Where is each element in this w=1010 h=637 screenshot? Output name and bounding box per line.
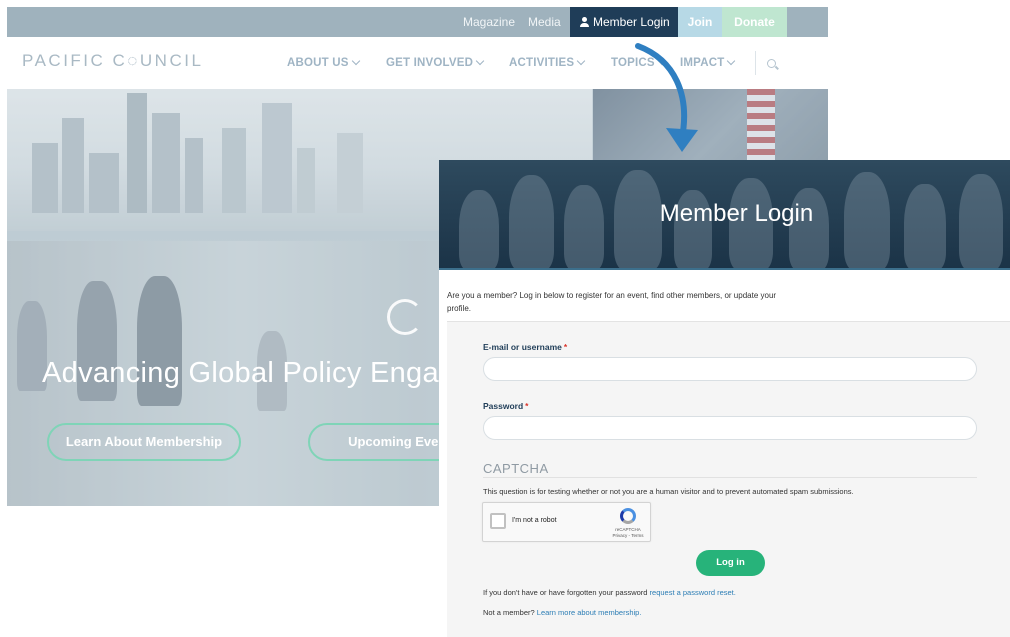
forgot-password-note: If you don't have or have forgotten your… [483, 588, 736, 597]
recaptcha-brand: reCAPTCHA Privacy - Terms [609, 527, 647, 539]
required-marker: * [563, 342, 568, 352]
chevron-down-icon [475, 56, 485, 66]
chevron-down-icon [577, 56, 586, 66]
chevron-down-icon [351, 56, 360, 66]
login-banner: Member Login [439, 160, 1010, 270]
password-reset-link[interactable]: request a password reset. [650, 588, 736, 597]
recaptcha-checkbox[interactable] [490, 513, 506, 529]
nav-activities[interactable]: ACTIVITIES [509, 56, 586, 69]
member-login-screenshot: Member Login Are you a member? Log in be… [439, 160, 1010, 637]
curved-arrow-icon [635, 43, 698, 152]
nav-get-involved[interactable]: GET INVOLVED [386, 56, 485, 69]
recaptcha-brand-text: reCAPTCHA [615, 527, 641, 532]
password-label: Password * [483, 401, 528, 411]
membership-link[interactable]: Learn more about membership. [537, 608, 642, 617]
media-link[interactable]: Media [528, 7, 561, 37]
email-field[interactable] [483, 357, 977, 381]
nav-divider [755, 51, 756, 75]
loading-spinner-icon [387, 299, 423, 335]
email-label-text: E-mail or username [483, 342, 562, 352]
password-field[interactable] [483, 416, 977, 440]
recaptcha-widget: I'm not a robot reCAPTCHA Privacy - Terms [482, 502, 651, 542]
nav-activities-label: ACTIVITIES [509, 57, 575, 69]
membership-text: Not a member? [483, 608, 537, 617]
member-login-link[interactable]: Member Login [570, 7, 678, 37]
recaptcha-label: I'm not a robot [512, 517, 557, 524]
utility-bar: Magazine Media Member Login Join Donate [7, 7, 828, 37]
password-label-text: Password [483, 401, 524, 411]
login-button[interactable]: Log in [696, 550, 765, 576]
membership-note: Not a member? Learn more about membershi… [483, 608, 641, 617]
search-icon[interactable] [767, 59, 776, 68]
recaptcha-terms[interactable]: Privacy - Terms [613, 533, 644, 538]
chevron-down-icon [727, 56, 736, 66]
login-form: E-mail or username * Password * CAPTCHA Th… [447, 321, 1010, 637]
user-icon [580, 17, 589, 27]
member-login-label: Member Login [593, 15, 670, 29]
forgot-password-text: If you don't have or have forgotten your… [483, 588, 650, 597]
magazine-link[interactable]: Magazine [463, 7, 515, 37]
captcha-description: This question is for testing whether or … [483, 487, 854, 496]
captcha-heading: CAPTCHA [483, 461, 549, 476]
join-button[interactable]: Join [678, 7, 722, 37]
nav-involved-label: GET INVOLVED [386, 57, 474, 69]
nav-about-us[interactable]: ABOUT US [287, 56, 360, 69]
page-title: Member Login [659, 200, 814, 227]
email-label: E-mail or username * [483, 342, 567, 352]
learn-membership-button[interactable]: Learn About Membership [47, 423, 241, 461]
captcha-divider [483, 477, 977, 478]
donate-button[interactable]: Donate [722, 7, 787, 37]
required-marker: * [525, 401, 529, 411]
login-intro-text: Are you a member? Log in below to regist… [447, 291, 777, 313]
site-logo[interactable]: PACIFIC C◌UNCIL [22, 51, 203, 71]
nav-about-label: ABOUT US [287, 57, 349, 69]
recaptcha-logo-icon [620, 508, 636, 524]
